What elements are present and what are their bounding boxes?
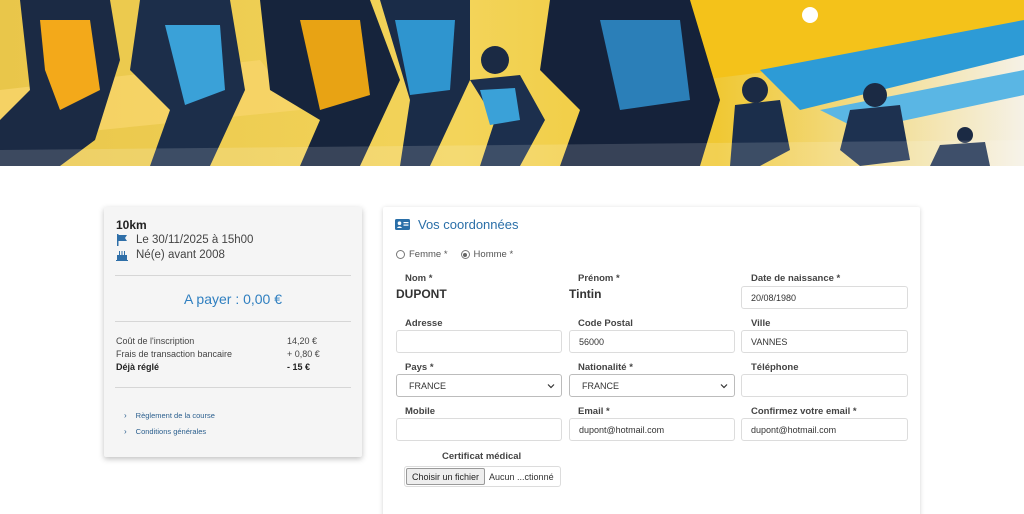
birth-restriction-text: Né(e) avant 2008 (136, 249, 225, 261)
header-banner-image (0, 0, 1024, 166)
email-label: Email * (578, 406, 610, 417)
divider (115, 321, 351, 322)
code-postal-label: Code Postal (578, 318, 633, 329)
id-card-icon (395, 219, 410, 230)
email-input[interactable]: dupont@hotmail.com (569, 418, 735, 441)
chevron-right-icon: › (124, 411, 127, 420)
birthdate-label: Date de naissance * (751, 273, 841, 284)
nom-value: DUPONT (396, 287, 447, 301)
chevron-right-icon: › (124, 427, 127, 436)
email-confirm-input[interactable]: dupont@hotmail.com (741, 418, 908, 441)
fee-label-transaction: Frais de transaction bancaire (116, 349, 233, 359)
fee-value-transaction: + 0,80 € (287, 349, 320, 359)
pays-select-value: FRANCE (409, 380, 447, 391)
radio-button[interactable] (396, 250, 405, 259)
divider (115, 275, 351, 276)
birth-restriction: Né(e) avant 2008 (116, 249, 225, 261)
nationalite-select-value: FRANCE (582, 380, 620, 391)
fee-value-paid: - 15 € (287, 362, 311, 372)
divider (115, 387, 351, 388)
link-race-rules-label: Règlement de la course (135, 411, 215, 420)
radio-button-checked[interactable] (460, 250, 470, 259)
mobile-input[interactable] (396, 418, 562, 441)
birthdate-input[interactable]: 20/08/1980 (741, 286, 908, 309)
flag-icon (117, 234, 127, 246)
ville-input[interactable]: VANNES (741, 330, 908, 353)
prenom-value: Tintin (569, 287, 602, 301)
fee-value-registration: 14,20 € (287, 336, 318, 346)
race-name: 10km (116, 218, 147, 232)
fee-label-paid: Déjà réglé (116, 362, 160, 372)
radio-femme-label: Femme * (409, 249, 448, 260)
link-general-conditions[interactable]: › Conditions générales (124, 427, 206, 436)
adresse-input[interactable] (396, 330, 562, 353)
chevron-down-icon (720, 384, 728, 389)
pays-select[interactable]: FRANCE (396, 374, 562, 397)
certificat-label: Certificat médical (442, 451, 522, 462)
link-general-conditions-label: Conditions générales (135, 427, 207, 436)
mobile-label: Mobile (405, 406, 436, 417)
nationalite-label: Nationalité * (578, 362, 633, 373)
race-date-text: Le 30/11/2025 à 15h00 (136, 234, 254, 246)
form-title: Vos coordonnées (395, 217, 518, 232)
gender-radio-group: Femme * Homme * (396, 249, 526, 260)
nom-label: Nom * (405, 273, 433, 284)
radio-homme-label: Homme * (473, 249, 514, 260)
link-race-rules[interactable]: › Règlement de la course (124, 411, 215, 420)
email-confirm-label: Confirmez votre email * (751, 406, 857, 417)
telephone-label: Téléphone (751, 362, 799, 373)
chevron-down-icon (547, 384, 555, 389)
form-title-text: Vos coordonnées (418, 217, 519, 232)
cake-icon (116, 251, 128, 261)
amount-to-pay: A payer : 0,00 € (183, 291, 283, 307)
choose-file-button[interactable]: Choisir un fichier (406, 468, 486, 485)
race-date: Le 30/11/2025 à 15h00 (116, 234, 253, 246)
telephone-input[interactable] (741, 374, 908, 397)
adresse-label: Adresse (405, 318, 443, 329)
radio-femme[interactable]: Femme * (396, 249, 448, 260)
order-summary-card: 10km Le 30/11/2025 à 15h00 Né(e) avant 2… (104, 207, 362, 457)
certificat-file-input[interactable]: Choisir un fichier Aucun ...ctionné (404, 466, 561, 487)
ville-label: Ville (751, 318, 771, 329)
nationalite-select[interactable]: FRANCE (569, 374, 735, 397)
radio-homme[interactable]: Homme * (460, 249, 514, 260)
fee-label-registration: Coût de l'inscription (116, 336, 195, 346)
file-status: Aucun ...ctionné (489, 471, 554, 482)
pays-label: Pays * (405, 362, 434, 373)
prenom-label: Prénom * (578, 273, 620, 284)
code-postal-input[interactable]: 56000 (569, 330, 735, 353)
contact-form-card: Vos coordonnées Femme * Homme * Nom * DU… (383, 207, 920, 514)
